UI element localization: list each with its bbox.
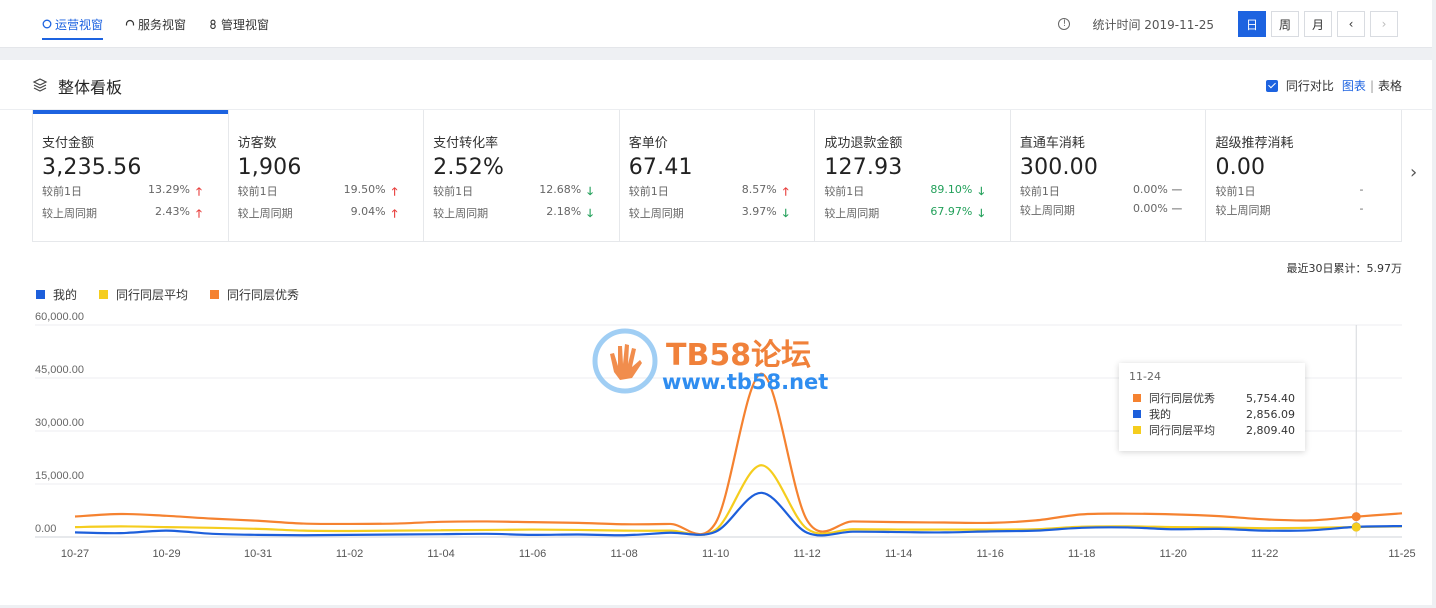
tooltip-name: 我的 [1149, 408, 1171, 421]
x-tick-label: 11-02 [336, 548, 363, 560]
x-tick-label: 10-31 [244, 548, 272, 560]
tooltip-title: 11-24 [1129, 370, 1161, 383]
x-tick-label: 11-25 [1388, 548, 1415, 560]
tooltip-name: 同行同层平均 [1149, 424, 1215, 437]
tab-operations[interactable]: 运营视窗 [42, 0, 104, 48]
user-icon [210, 19, 216, 29]
y-tick-label: 0.00 [35, 523, 56, 535]
prev-date-button[interactable]: ‹ [1337, 11, 1365, 37]
y-tick-label: 30,000.00 [35, 417, 84, 429]
tab-operations-label: 运营视窗 [55, 17, 104, 32]
next-date-button[interactable]: › [1370, 11, 1398, 37]
x-tick-label: 11-12 [793, 548, 820, 560]
tooltip-swatch-top [1133, 394, 1141, 402]
stat-time: 统计时间 2019-11-25 [1092, 17, 1214, 32]
x-tick-label: 11-18 [1068, 548, 1095, 560]
chart-tooltip: 11-24 同行同层优秀 5,754.40 我的 2,856.09 同行同层平均… [1119, 363, 1305, 451]
y-tick-label: 15,000.00 [35, 470, 84, 482]
watermark-url: www.tb58.net [662, 370, 829, 394]
tab-management-label: 管理视窗 [221, 17, 270, 32]
y-tick-label: 45,000.00 [35, 364, 84, 376]
x-tick-label: 11-10 [702, 548, 729, 560]
tab-service[interactable]: 服务视窗 [125, 0, 186, 48]
x-tick-label: 11-06 [519, 548, 546, 560]
info-icon[interactable]: ! [1058, 18, 1071, 30]
x-tick-label: 11-14 [885, 548, 912, 560]
tab-management[interactable]: 管理视窗 [208, 0, 269, 48]
tooltip-value: 5,754.40 [1246, 391, 1295, 405]
tooltip-row: 我的 2,856.09 [1129, 406, 1295, 422]
hand-logo-icon [592, 328, 658, 394]
highlight-point [1351, 522, 1361, 532]
day-button[interactable]: 日 [1238, 11, 1266, 37]
view-tabs: 运营视窗 服务视窗 管理视窗 [42, 0, 269, 48]
tooltip-row: 同行同层平均 2,809.40 [1129, 422, 1295, 438]
x-tick-label: 10-27 [61, 548, 89, 560]
tooltip-name: 同行同层优秀 [1149, 392, 1215, 405]
date-controls: ! 统计时间 2019-11-25 日 周 月 ‹ › [1058, 11, 1398, 37]
headset-icon [125, 19, 135, 26]
x-tick-label: 11-22 [1251, 548, 1278, 560]
y-tick-label: 60,000.00 [35, 311, 84, 323]
x-tick-label: 11-04 [427, 548, 454, 560]
x-tick-label: 11-20 [1160, 548, 1187, 560]
watermark: TB58论坛 www.tb58.net [592, 328, 852, 400]
week-button[interactable]: 周 [1271, 11, 1299, 37]
tooltip-swatch-mine [1133, 410, 1141, 418]
overview-panel: 整体看板 同行对比 图表 | 表格 支付金额 3,235.56 较前1日 13.29%… [0, 60, 1432, 605]
x-tick-label: 10-29 [152, 548, 180, 560]
highlight-point [1351, 512, 1361, 522]
series-line [74, 464, 1403, 537]
x-tick-label: 11-08 [610, 548, 637, 560]
top-nav-bar: 运营视窗 服务视窗 管理视窗 ! 统计时间 2019-11-25 日 周 月 ‹… [0, 0, 1432, 48]
refresh-icon [42, 19, 52, 29]
x-tick-label: 11-16 [977, 548, 1004, 560]
tooltip-value: 2,809.40 [1246, 423, 1295, 437]
tooltip-swatch-average [1133, 426, 1141, 434]
tooltip-value: 2,856.09 [1246, 407, 1295, 421]
tooltip-row: 同行同层优秀 5,754.40 [1129, 390, 1295, 406]
watermark-title: TB58论坛 [666, 338, 812, 373]
month-button[interactable]: 月 [1304, 11, 1332, 37]
tab-service-label: 服务视窗 [138, 17, 187, 32]
